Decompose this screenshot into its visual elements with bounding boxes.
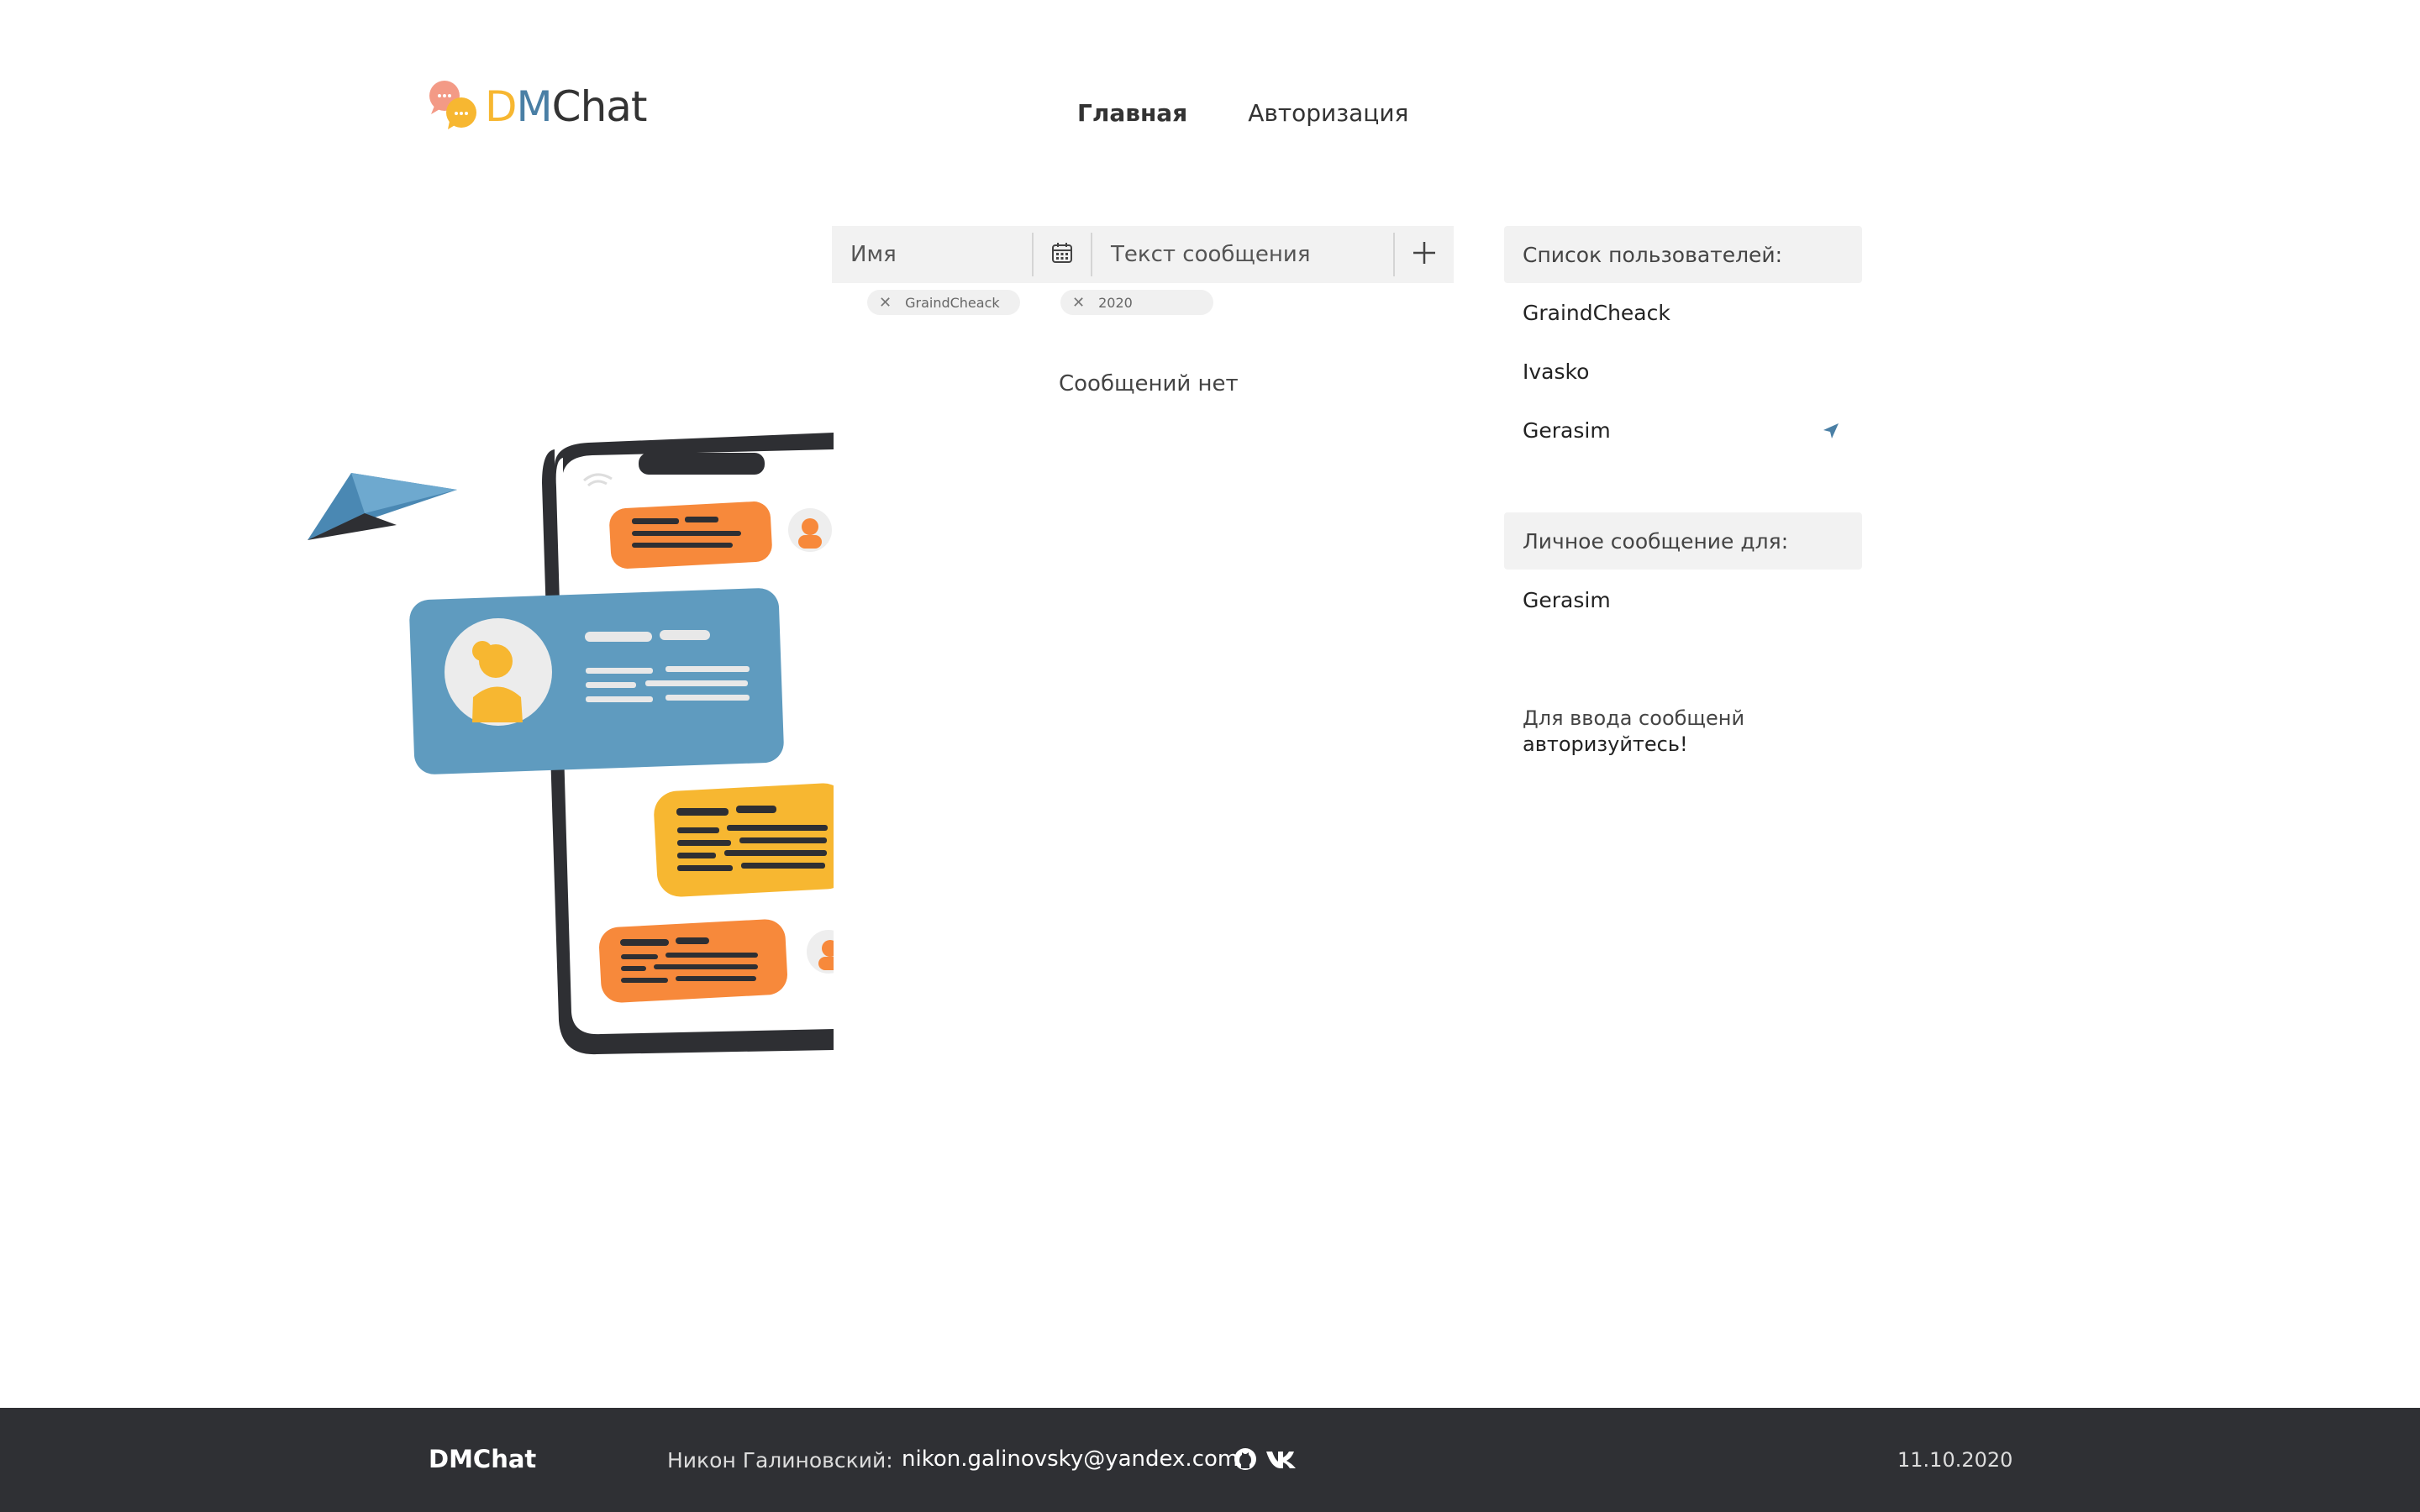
message-form: Имя Текст сообщения (832, 226, 1454, 283)
close-icon[interactable]: ✕ (1072, 294, 1085, 312)
footer-date: 11.10.2020 (1897, 1448, 2013, 1472)
filter-chip-name: ✕ GraindCheack (867, 290, 1020, 315)
filter-chip-label: 2020 (1098, 294, 1133, 311)
footer-author: Никон Галиновский: (667, 1448, 893, 1473)
logo-letter-d: D (485, 82, 518, 131)
auth-hint-line2: авторизуйтесь! (1523, 732, 1688, 756)
private-message-title: Личное сообщение для: (1504, 512, 1862, 570)
auth-hint-line1: Для ввода сообщенй (1523, 706, 1745, 730)
close-icon[interactable]: ✕ (879, 294, 892, 312)
github-icon[interactable] (1234, 1447, 1257, 1471)
chat-illustration (302, 433, 834, 1063)
logo-suffix: Chat (551, 82, 648, 131)
profile-card-icon (409, 588, 784, 774)
plus-icon (1412, 240, 1437, 269)
message-input[interactable]: Текст сообщения (1092, 233, 1395, 276)
footer-email-link[interactable]: nikon.galinovsky@yandex.com (902, 1446, 1239, 1472)
footer-brand: DMChat (429, 1445, 537, 1473)
logo[interactable]: DMChat (426, 77, 648, 136)
main-nav: Главная Авторизация (1077, 99, 1408, 127)
logo-letter-m: M (516, 82, 553, 131)
chat-bubbles-icon (426, 77, 481, 136)
footer: DMChat Никон Галиновский: nikon.galinovs… (0, 1408, 2420, 1512)
auth-hint: Для ввода сообщенй авторизуйтесь! (1523, 706, 1744, 758)
user-item[interactable]: GraindCheack (1523, 301, 1670, 325)
filter-chip-date: ✕ 2020 (1060, 290, 1213, 315)
calendar-icon (1051, 242, 1073, 267)
date-picker-button[interactable] (1034, 233, 1092, 276)
user-item[interactable]: Ivasko (1523, 360, 1589, 384)
empty-messages-text: Сообщений нет (1059, 371, 1239, 396)
nav-auth[interactable]: Авторизация (1248, 99, 1408, 127)
nav-home[interactable]: Главная (1077, 99, 1187, 127)
filter-chip-label: GraindCheack (905, 294, 1000, 311)
user-item[interactable]: Gerasim (1523, 418, 1611, 443)
vk-icon[interactable] (1265, 1447, 1298, 1471)
name-input[interactable]: Имя (832, 233, 1034, 276)
paper-plane-icon (308, 473, 457, 540)
add-message-button[interactable] (1395, 233, 1454, 276)
private-message-recipient: Gerasim (1523, 588, 1611, 612)
message-bubble-icon (654, 783, 834, 897)
users-list-title: Список пользователей: (1504, 226, 1862, 283)
send-arrow-icon[interactable] (1822, 422, 1840, 440)
logo-text: DMChat (485, 82, 648, 131)
